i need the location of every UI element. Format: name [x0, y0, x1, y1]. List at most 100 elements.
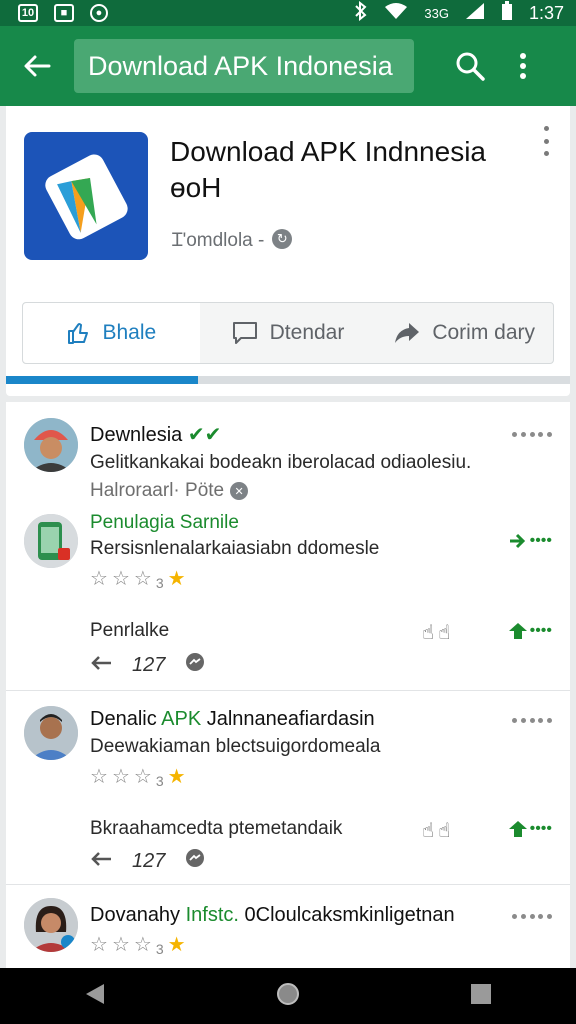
thumbs-up-icon[interactable]: ☝ [438, 818, 450, 843]
star-rating: ☆ ☆ ☆ 3 ★ [90, 566, 186, 591]
review-text: Deewakiaman blectsuigordomeala [90, 736, 381, 757]
notification-icon: ■ [54, 4, 74, 22]
system-nav-bar [0, 968, 576, 1024]
share-button[interactable]: Corim dary [376, 303, 553, 363]
triangle-back-icon [86, 983, 105, 1004]
sim-icon: 10 [18, 4, 38, 22]
search-button[interactable] [450, 46, 490, 86]
thumbs-up-icon[interactable]: ☝ [422, 620, 434, 645]
nav-back-button[interactable] [84, 982, 106, 1011]
review-meta: Halroraarl· Pöte ✕ [90, 480, 249, 502]
messenger-icon[interactable] [185, 848, 205, 874]
review-meta-text: Halroraarl· Pöte [90, 480, 225, 501]
back-button[interactable] [0, 26, 74, 106]
reviewer-tag: APK [161, 708, 202, 730]
share-label: Corim dary [432, 321, 536, 344]
app-bar: Download APK Indonesia [0, 26, 576, 106]
like-label: Bhale [102, 321, 157, 344]
badge-icon: ✕ [230, 482, 249, 500]
reply-label: Bkraahamcedta ptemetandaik [90, 818, 343, 839]
more-vert-icon [520, 53, 526, 79]
star-icon: ☆ [133, 766, 152, 788]
avatar[interactable] [24, 418, 78, 472]
star-icon: ☆ [133, 934, 152, 956]
reply-count: 127 [132, 849, 166, 872]
star-icon: ☆ [111, 568, 130, 590]
share-icon [395, 323, 420, 343]
star-filled-icon: ★ [167, 568, 186, 590]
vote-buttons[interactable]: ☝ ☝ [422, 818, 450, 843]
thumbs-up-icon[interactable]: ☝ [422, 818, 434, 843]
signal-icon [465, 2, 485, 25]
square-recents-icon [470, 983, 491, 1004]
app-logo[interactable] [24, 132, 148, 260]
review-text: Gelitkankakai bodeakn iberolacad odiaole… [90, 452, 472, 473]
circle-home-icon [276, 982, 299, 1005]
reviewer-name-text: Denalic [90, 708, 157, 730]
rating-value: 3 [155, 773, 164, 789]
reply-count: 127 [132, 653, 166, 676]
like-button[interactable]: Bhale [23, 303, 200, 363]
reviewer-name: Dovanahy Infstc. 0Cloulcaksmkinligetnan [90, 904, 455, 927]
app-title: Download APK Indnnesia ɵoH [170, 134, 530, 206]
reviewer-tag: Infstc. [185, 904, 239, 926]
star-icon: ☆ [90, 568, 108, 590]
reviews-list: Dewnlesia ✔✔ Gelitkankakai bodeakn ibero… [6, 402, 570, 968]
reply-label: Penrlalke [90, 620, 170, 641]
reviewer-name-text: Dovanahy [90, 904, 181, 926]
avatar[interactable] [24, 898, 78, 952]
reviewer-name: Dewnlesia ✔✔ [90, 422, 221, 447]
review-footer: 127 [90, 848, 205, 874]
reviewer-name-rest: Jalnnaneafiardasin [201, 708, 375, 730]
thumbs-up-icon[interactable]: ☝ [438, 620, 450, 645]
status-bar: 10 ■ ● 33G 1:37 [0, 0, 576, 26]
reply-icon[interactable] [90, 654, 112, 677]
thumbs-up-icon [68, 323, 89, 344]
nav-home-button[interactable] [275, 981, 301, 1012]
app-title-line1: Download APK Indnnesia [170, 136, 486, 167]
review-footer: 127 [90, 652, 205, 678]
action-row: Bhale Dtendar Corim dary [22, 302, 554, 364]
reviewer-name: Denalic APK Jalnnaneafiardasin [90, 708, 375, 731]
star-icon: ☆ [90, 934, 108, 956]
star-rating: ☆ ☆ ☆ 3 ★ [90, 932, 186, 957]
star-rating: ☆ ☆ ☆ 3 ★ [90, 764, 186, 789]
comment-button[interactable]: Dtendar [200, 303, 377, 363]
developer-label: Ɪ'omdlola - [172, 230, 265, 251]
comment-label: Dtendar [269, 321, 345, 344]
app-header-card: Download APK Indnnesia ɵoH Ɪ'omdlola - ↻… [6, 106, 570, 396]
app-meta: Ɪ'omdlola - ↻ [172, 226, 293, 252]
helpful-icon[interactable]: •••• [508, 622, 552, 640]
overflow-menu-button[interactable] [508, 46, 538, 86]
reply-title: Penulagia Sarnile [90, 512, 239, 533]
search-icon [456, 52, 485, 81]
info-badge-icon[interactable]: ↻ [272, 229, 293, 249]
search-input[interactable]: Download APK Indonesia [74, 39, 414, 93]
rating-value: 3 [155, 941, 164, 957]
review-more-icon[interactable] [512, 716, 552, 724]
reply-text: Rersisnlenalarkaiasiabn ddomesle [90, 538, 380, 559]
star-filled-icon: ★ [167, 934, 186, 956]
arrow-left-icon [24, 55, 51, 77]
avatar[interactable] [24, 514, 78, 568]
helpful-icon[interactable]: •••• [508, 820, 552, 838]
card-more-icon[interactable] [540, 126, 552, 156]
divider [6, 884, 570, 885]
vote-buttons[interactable]: ☝ ☝ [422, 620, 450, 645]
clock: 1:37 [528, 2, 564, 23]
upvote-icon[interactable]: •••• [508, 532, 552, 550]
divider [6, 690, 570, 691]
wifi-icon [384, 2, 408, 25]
reply-icon[interactable] [90, 850, 112, 873]
app-title-line2: ɵoH [170, 172, 222, 203]
review-more-icon[interactable] [512, 912, 552, 920]
reviewer-name-text: Dewnlesia [90, 424, 183, 446]
verified-icon: ✔✔ [187, 424, 222, 446]
bluetooth-icon [354, 0, 368, 26]
avatar[interactable] [24, 706, 78, 760]
review-more-icon[interactable] [512, 430, 552, 438]
nav-recents-button[interactable] [470, 983, 492, 1010]
rating-value: 3 [155, 575, 164, 591]
messenger-icon[interactable] [185, 652, 205, 678]
star-icon: ☆ [133, 568, 152, 590]
